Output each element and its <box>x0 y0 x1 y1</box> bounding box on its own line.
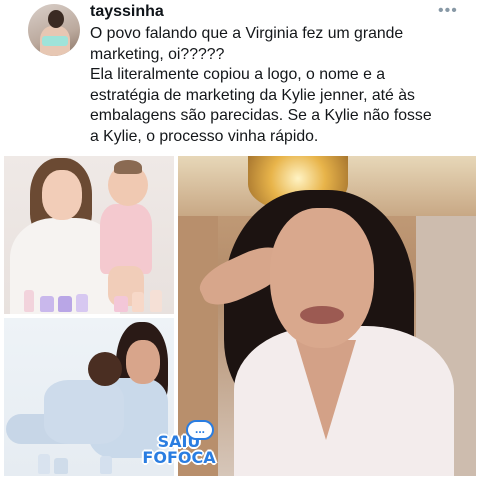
tweet-text-line: embalagens são parecidas. Se a Kylie não… <box>90 107 432 124</box>
product-bottle <box>54 458 68 474</box>
product-bottle <box>38 454 50 474</box>
product-bottle <box>114 296 128 312</box>
photo-portrait-lips <box>300 306 344 324</box>
product-bottle <box>40 296 54 312</box>
photo-baby-hair <box>114 160 142 174</box>
tweet-card: tayssinha ••• O povo falando que a Virgi… <box>0 0 480 480</box>
tweet-text-line: O povo falando que a Virginia fez um gra… <box>90 25 404 42</box>
tweet-text-line: a Kylie, o processo vinha rápido. <box>90 127 319 145</box>
product-bottle <box>100 456 112 474</box>
tweet-text: O povo falando que a Virginia fez um gra… <box>90 24 472 147</box>
photo-mom-face <box>126 340 160 384</box>
avatar[interactable] <box>28 4 80 56</box>
media-grid <box>0 156 480 480</box>
photo-kid-head <box>88 352 122 386</box>
product-bottle <box>24 290 34 312</box>
photo-kid-body <box>44 380 124 444</box>
photo-woman-portrait[interactable] <box>178 156 476 476</box>
watermark-logo: ... SAIU FOFOCA <box>142 420 216 467</box>
avatar-figure-head <box>48 10 64 28</box>
watermark-line2: FOFOCA <box>142 448 216 467</box>
photo-woman-face <box>42 170 82 220</box>
more-horizontal-icon[interactable]: ••• <box>438 2 458 20</box>
chat-bubble-icon: ... <box>186 420 214 440</box>
photo-mother-baby-products[interactable] <box>4 156 174 314</box>
photo-baby-body <box>100 204 152 274</box>
product-bottle <box>58 296 72 312</box>
product-bottle <box>76 294 88 312</box>
product-bottle <box>132 292 144 312</box>
avatar-figure-top <box>42 36 68 46</box>
product-bottle <box>150 290 162 312</box>
tweet-text-line: marketing, oi????? <box>90 45 225 63</box>
tweet-text-line: Ela literalmente copiou a logo, o nome e… <box>90 66 386 83</box>
tweet-text-line: estratégia de marketing da Kylie jenner,… <box>90 86 415 104</box>
photo-portrait-face <box>270 208 374 348</box>
username[interactable]: tayssinha <box>90 3 164 21</box>
